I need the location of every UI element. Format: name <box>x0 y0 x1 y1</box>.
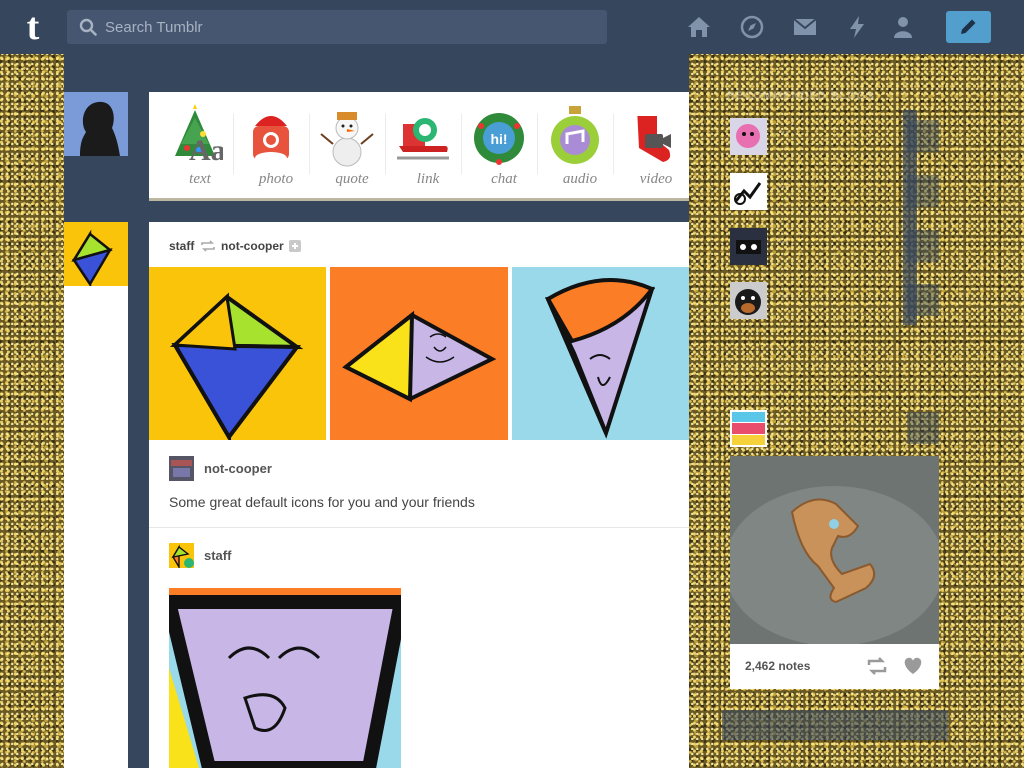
chat-wreath-icon: hi! <box>474 113 524 165</box>
notes-count[interactable]: 2,462 notes <box>745 659 810 673</box>
post-type-link[interactable]: link <box>385 104 455 190</box>
audio-ornament-icon <box>551 106 599 164</box>
post-type-label: audio <box>562 171 598 187</box>
reblogger-avatar[interactable] <box>169 543 194 570</box>
silhouette-avatar-icon <box>64 92 128 156</box>
blog-name: ... <box>778 413 789 428</box>
radar-blog[interactable]: ... <box>730 410 940 448</box>
photo-kite-yellow[interactable] <box>149 267 326 440</box>
radar-photo[interactable] <box>730 456 939 644</box>
explore-icon[interactable] <box>740 15 764 39</box>
reblogger-name[interactable]: staff <box>204 548 231 563</box>
follow-button[interactable] <box>907 284 939 316</box>
post-type-quote[interactable]: quote <box>309 104 379 190</box>
link-sleigh-icon <box>397 118 449 160</box>
post-type-label: link <box>416 171 440 187</box>
post-type-label: video <box>639 171 673 187</box>
source-blog-name[interactable]: not-cooper <box>204 461 272 476</box>
recommended-blog[interactable]: ... <box>730 228 940 266</box>
post-author[interactable]: staff <box>169 239 194 253</box>
activity-icon[interactable] <box>845 15 869 39</box>
kite-avatar-icon <box>64 222 128 289</box>
follow-button[interactable] <box>907 412 939 444</box>
reblog-icon <box>200 240 215 252</box>
post-type-label: text <box>189 171 211 187</box>
tumblr-logo[interactable]: t <box>16 8 50 46</box>
blog-avatar <box>730 282 767 319</box>
blog-avatar <box>730 173 767 210</box>
staff-avatar[interactable] <box>64 222 128 289</box>
post-type-chat[interactable]: hi! chat <box>461 104 531 190</box>
post-avatar-column <box>64 222 128 768</box>
post-type-audio[interactable]: audio <box>537 104 607 190</box>
blog-avatar <box>730 410 767 447</box>
post-type-photo[interactable]: photo <box>233 104 303 190</box>
like-heart-icon[interactable] <box>903 657 923 675</box>
blog-avatar <box>730 228 767 265</box>
photo-kite-orange[interactable] <box>330 267 508 440</box>
top-navigation: t <box>0 0 1024 54</box>
blog-name: ... <box>778 121 789 136</box>
search-input[interactable] <box>105 10 600 44</box>
post-card: staff not-cooper not-cooper Some great d… <box>149 222 689 768</box>
text-tree-icon: Aa <box>175 104 223 167</box>
post-caption: Some great default icons for you and you… <box>169 494 475 510</box>
blog-name: ... <box>778 285 789 300</box>
source-avatar[interactable] <box>169 456 194 481</box>
blog-name: ... <box>778 176 789 191</box>
recommended-blog[interactable]: ... <box>730 173 940 211</box>
follow-button[interactable] <box>907 230 939 262</box>
post-type-label: chat <box>491 171 517 187</box>
post-photo-large[interactable] <box>169 588 401 768</box>
photo-kite-blue[interactable] <box>512 267 689 440</box>
post-type-label: quote <box>335 171 369 187</box>
inbox-icon[interactable] <box>793 15 817 39</box>
search-icon <box>79 18 97 36</box>
post-type-label: photo <box>258 171 294 187</box>
user-avatar[interactable] <box>64 92 128 156</box>
post-header: staff not-cooper <box>169 238 302 253</box>
blog-name: ... <box>778 231 789 246</box>
home-icon[interactable] <box>687 15 711 39</box>
post-type-video[interactable]: video <box>613 104 683 190</box>
svg-text:hi!: hi! <box>490 131 507 147</box>
follow-button[interactable] <box>907 120 939 152</box>
reblogged-from[interactable]: not-cooper <box>221 239 284 253</box>
search-bar <box>67 10 607 44</box>
photo-santa-icon <box>253 112 291 164</box>
sidebar-footer <box>722 710 948 740</box>
post-type-text[interactable]: Aa text <box>157 104 227 190</box>
follow-button[interactable] <box>907 175 939 207</box>
recommended-blog[interactable]: ... <box>730 118 940 156</box>
svg-text:Aa: Aa <box>189 134 223 167</box>
radar-post: 2,462 notes <box>730 456 939 689</box>
follow-plus-icon[interactable] <box>289 239 302 252</box>
pencil-icon <box>961 19 976 34</box>
compose-button[interactable] <box>946 11 991 43</box>
divider <box>149 527 689 528</box>
account-icon[interactable] <box>891 15 915 39</box>
quote-snowman-icon <box>320 112 374 167</box>
video-stocking-icon <box>635 108 671 162</box>
recommended-blog[interactable]: ... <box>730 282 940 320</box>
post-type-bar: Aa text photo quote link hi! chat audio … <box>149 92 689 201</box>
reblog-icon[interactable] <box>866 657 888 675</box>
blog-avatar <box>730 118 767 155</box>
sidebar-title: RECOMMENDED BLOGS <box>727 90 875 102</box>
